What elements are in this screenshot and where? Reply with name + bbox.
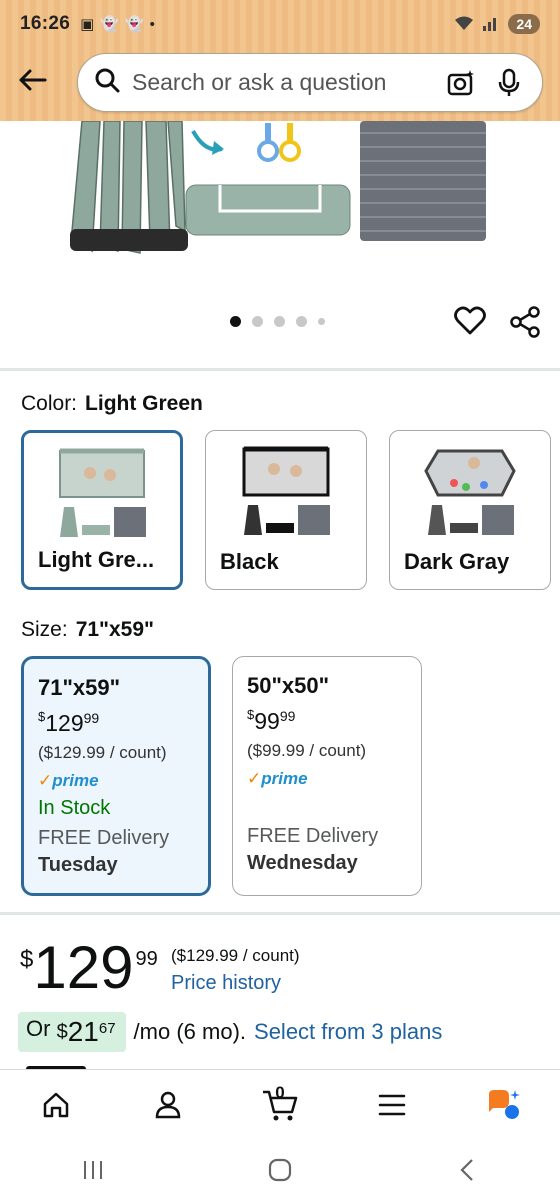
carousel-dot[interactable] xyxy=(274,316,285,327)
price-unit: ($129.99 / count) xyxy=(171,946,300,965)
wishlist-heart-icon[interactable] xyxy=(453,304,487,338)
user-icon xyxy=(155,1091,181,1118)
price-details: ($129.99 / count) Price history xyxy=(171,946,300,995)
home-circle-icon xyxy=(268,1158,292,1181)
recent-apps-icon xyxy=(84,1160,103,1179)
ai-assistant-icon xyxy=(489,1089,520,1119)
carousel-dot[interactable] xyxy=(318,318,325,325)
system-navigation xyxy=(0,1139,560,1200)
nav-home-button[interactable] xyxy=(26,1075,86,1135)
signal-icon xyxy=(482,15,500,34)
share-icon[interactable] xyxy=(508,305,542,339)
main-price: $ 129 99 xyxy=(20,938,158,998)
prime-badge: ✓prime xyxy=(38,771,99,790)
carousel-dot[interactable] xyxy=(296,316,307,327)
stock-status xyxy=(247,795,407,821)
monthly-payment: Or $21 67 /mo (6 mo). Select from 3 plans xyxy=(18,1012,442,1052)
wifi-icon xyxy=(454,15,474,34)
back-arrow-icon[interactable] xyxy=(14,62,50,98)
status-bar: 16:26 ▣ 👻 👻 • 24 xyxy=(20,10,540,38)
size-option-50x50[interactable]: 50"x50" $9999 ($99.99 / count) ✓prime FR… xyxy=(232,656,422,896)
monthly-whole: 21 xyxy=(67,1016,99,1047)
size-option-name: 50"x50" xyxy=(247,673,330,698)
delivery-day: Tuesday xyxy=(38,854,118,876)
size-option-price: $9999 xyxy=(247,707,296,734)
snapchat-icon: 👻 xyxy=(124,16,144,33)
home-icon xyxy=(43,1092,69,1117)
price-cents: 99 xyxy=(135,948,158,970)
nav-cart-button[interactable]: 0 xyxy=(250,1075,310,1135)
search-icon xyxy=(94,67,120,98)
size-label: Size: xyxy=(21,618,68,641)
color-option-black[interactable]: Black xyxy=(205,430,367,590)
size-option-price: $12999 xyxy=(38,709,100,736)
light-green-playpen-thumbnail xyxy=(59,448,146,537)
monthly-price-chip: Or $21 67 xyxy=(18,1012,126,1052)
notification-icons: ▣ 👻 👻 • xyxy=(80,15,155,34)
nav-account-button[interactable] xyxy=(138,1075,198,1135)
carousel-indicator xyxy=(230,316,325,327)
recent-apps-button[interactable] xyxy=(63,1150,123,1190)
prime-badge: ✓prime xyxy=(247,769,308,788)
size-option-unit-price: ($129.99 / count) xyxy=(38,743,167,762)
prime-check-icon: ✓ xyxy=(247,769,262,788)
color-option-dark-gray[interactable]: Dark Gray xyxy=(389,430,551,590)
prime-check-icon: ✓ xyxy=(38,771,53,790)
color-option-name: Light Gre... xyxy=(38,547,155,572)
menu-icon xyxy=(378,1094,406,1115)
section-divider xyxy=(0,912,560,915)
price-history-link[interactable]: Price history xyxy=(171,972,300,995)
section-divider xyxy=(0,368,560,371)
color-selected-value: Light Green xyxy=(85,392,203,415)
monthly-prefix: Or xyxy=(26,1016,51,1041)
bottom-navigation: 0 xyxy=(0,1069,560,1139)
select-plans-link[interactable]: Select from 3 plans xyxy=(254,1019,442,1045)
color-option-light-green[interactable]: Light Gre... xyxy=(21,430,183,590)
snapchat-icon: 👻 xyxy=(100,16,119,33)
size-option-unit-price: ($99.99 / count) xyxy=(247,741,367,760)
nav-rufus-button[interactable] xyxy=(474,1075,534,1135)
delivery-day: Wednesday xyxy=(247,852,358,874)
monthly-cents: 67 xyxy=(98,1020,116,1037)
black-playpen-thumbnail xyxy=(242,446,330,535)
screenshot-icon: ▣ xyxy=(80,16,95,33)
back-system-button[interactable] xyxy=(437,1150,497,1190)
delivery-text: FREE Delivery xyxy=(247,825,379,847)
home-system-button[interactable] xyxy=(250,1150,310,1190)
camera-lens-icon[interactable] xyxy=(444,66,478,100)
search-bar[interactable]: Search or ask a question xyxy=(77,53,543,112)
size-option-name: 71"x59" xyxy=(38,675,121,700)
monthly-terms: /mo (6 mo). xyxy=(133,1019,247,1044)
price-currency: $ xyxy=(20,946,34,973)
price-whole: 129 xyxy=(33,934,134,1001)
size-label-row: Size: 71"x59" xyxy=(21,618,154,642)
back-chevron-icon xyxy=(460,1158,473,1181)
dark-gray-playpen-thumbnail xyxy=(424,449,516,535)
battery-indicator: 24 xyxy=(508,14,540,34)
top-bar: 16:26 ▣ 👻 👻 • 24 Search or ask a questio… xyxy=(0,0,560,121)
microphone-icon[interactable] xyxy=(492,66,526,100)
nav-menu-button[interactable] xyxy=(362,1075,422,1135)
more-dot-icon: • xyxy=(149,15,155,33)
carousel-dot[interactable] xyxy=(252,316,263,327)
color-option-name: Dark Gray xyxy=(404,549,510,574)
color-option-name: Black xyxy=(220,549,279,574)
cart-count: 0 xyxy=(275,1082,285,1102)
size-selected-value: 71"x59" xyxy=(75,618,154,641)
search-input[interactable]: Search or ask a question xyxy=(132,69,430,96)
color-label-row: Color: Light Green xyxy=(21,392,203,416)
status-time: 16:26 xyxy=(20,13,71,34)
size-option-71x59[interactable]: 71"x59" $12999 ($129.99 / count) ✓prime … xyxy=(21,656,211,896)
delivery-text: FREE Delivery xyxy=(38,827,170,849)
color-label: Color: xyxy=(21,392,78,415)
monthly-currency: $ xyxy=(56,1021,68,1043)
carousel-dot[interactable] xyxy=(230,316,241,327)
stock-status: In Stock xyxy=(38,797,111,819)
